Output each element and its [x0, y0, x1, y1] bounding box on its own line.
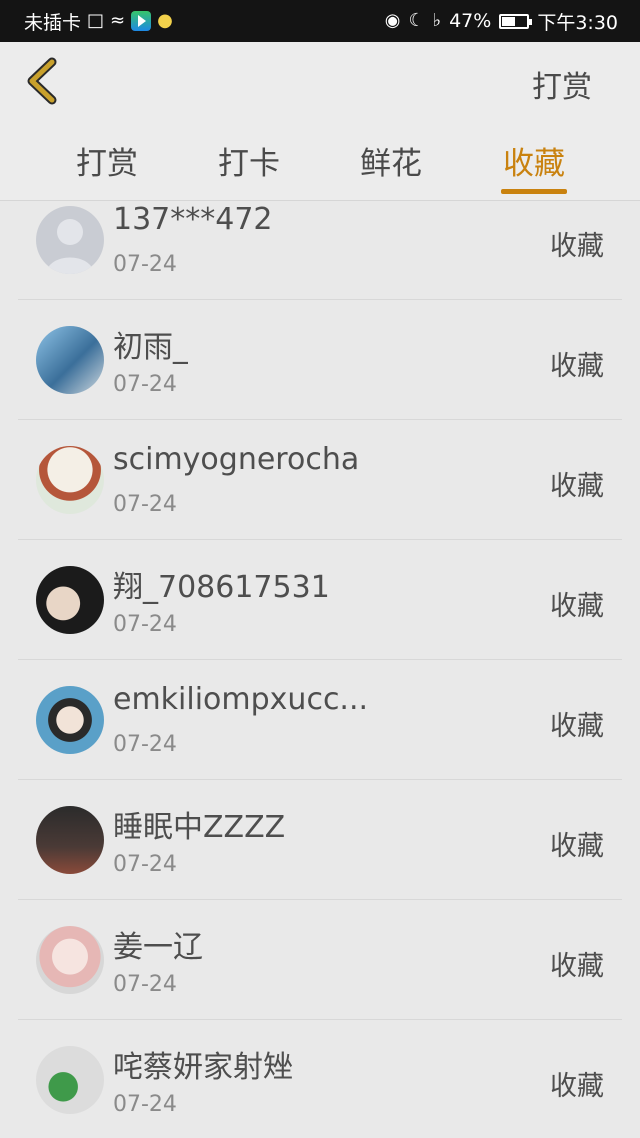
username: scimyognerocha — [113, 442, 360, 477]
favorite-label: 收藏 — [550, 711, 604, 742]
tab-bar: 打赏 打卡 鲜花 收藏 — [0, 130, 640, 200]
list-item[interactable]: 初雨_ 07-24 收藏 — [18, 300, 622, 420]
battery-percent: 47% — [449, 10, 492, 32]
favorites-list: 137***472 07-24 收藏 初雨_ 07-24 收藏 scimyogn… — [0, 200, 640, 1138]
username: 137***472 — [113, 202, 273, 237]
date: 07-24 — [113, 852, 177, 877]
battery-icon — [499, 13, 533, 29]
tab-flowers[interactable]: 鲜花 — [331, 138, 451, 183]
username: 睡眠中ZZZZ — [113, 810, 286, 845]
tab-checkin[interactable]: 打卡 — [189, 138, 309, 183]
back-button[interactable] — [22, 56, 66, 106]
date: 07-24 — [113, 252, 177, 277]
list-item[interactable]: 翔_708617531 07-24 收藏 — [18, 540, 622, 660]
date: 07-24 — [113, 972, 177, 997]
list-item[interactable]: 137***472 07-24 收藏 — [18, 200, 622, 300]
username: 姜一辽 — [113, 930, 203, 965]
list-item[interactable]: 咤蔡妍家射矬 07-24 收藏 — [18, 1020, 622, 1138]
header: 打赏 打赏 打卡 鲜花 收藏 — [0, 42, 640, 201]
date: 07-24 — [113, 612, 177, 637]
status-bar: 未插卡 □ ≈ ● ◉ ☾ ♭ 47% 下午3:30 — [0, 0, 640, 42]
favorite-label: 收藏 — [550, 471, 604, 502]
username: 咤蔡妍家射矬 — [113, 1050, 293, 1085]
date: 07-24 — [113, 492, 177, 517]
wifi-icon: ≈ — [110, 10, 126, 31]
avatar[interactable] — [36, 1046, 104, 1114]
avatar[interactable] — [36, 806, 104, 874]
favorite-label: 收藏 — [550, 591, 604, 622]
username: 翔_708617531 — [113, 570, 330, 605]
favorite-label: 收藏 — [550, 831, 604, 862]
chevron-left-icon — [27, 57, 57, 105]
favorite-label: 收藏 — [550, 1071, 604, 1102]
date: 07-24 — [113, 372, 177, 397]
default-avatar-icon — [46, 219, 94, 274]
moon-icon: ☾ — [408, 10, 425, 31]
avatar[interactable] — [36, 926, 104, 994]
date: 07-24 — [113, 732, 177, 757]
carrier-label: 未插卡 — [24, 11, 82, 34]
list-item[interactable]: scimyognerocha 07-24 收藏 — [18, 420, 622, 540]
avatar[interactable] — [36, 446, 104, 514]
tab-tip[interactable]: 打赏 — [47, 138, 167, 183]
avatar[interactable] — [36, 686, 104, 754]
tab-favorites[interactable]: 收藏 — [474, 138, 594, 183]
favorite-label: 收藏 — [550, 351, 604, 382]
eye-icon: ◉ — [384, 10, 401, 31]
active-tab-indicator — [501, 189, 567, 194]
avatar[interactable] — [36, 566, 104, 634]
list-item[interactable]: 睡眠中ZZZZ 07-24 收藏 — [18, 780, 622, 900]
avatar[interactable] — [36, 326, 104, 394]
username: 初雨_ — [113, 330, 188, 365]
app-icon — [131, 11, 152, 31]
bell-off-icon: ♭ — [432, 10, 442, 31]
username: emkiliompxucc... — [113, 682, 369, 717]
date: 07-24 — [113, 1092, 177, 1117]
list-item[interactable]: emkiliompxucc... 07-24 收藏 — [18, 660, 622, 780]
clock: 下午3:30 — [537, 11, 618, 34]
tip-button[interactable]: 打赏 — [532, 62, 592, 106]
bulb-icon: ● — [157, 10, 173, 31]
list-item[interactable]: 姜一辽 07-24 收藏 — [18, 900, 622, 1020]
sim-alert-icon: □ — [87, 10, 105, 31]
favorite-label: 收藏 — [550, 951, 604, 982]
avatar[interactable] — [36, 206, 104, 274]
favorite-label: 收藏 — [550, 231, 604, 262]
